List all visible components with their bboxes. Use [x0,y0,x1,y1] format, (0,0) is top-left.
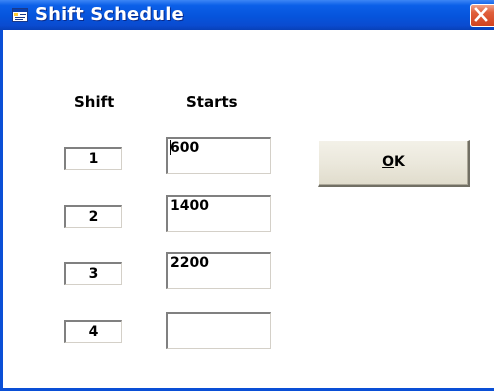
start-time-field-2[interactable]: 1400 [166,195,271,232]
start-time-field-3[interactable]: 2200 [166,252,271,289]
shift-number-1: 1 [64,147,122,170]
start-time-value-2: 1400 [170,198,209,214]
ok-mnemonic: O [382,154,395,170]
window-title: Shift Schedule [35,4,184,25]
start-time-field-4[interactable] [166,312,271,349]
ok-button[interactable]: OK [318,140,470,187]
shift-number-4: 4 [64,320,122,343]
shift-column-header: Shift [74,93,115,111]
ok-label-rest: K [394,154,405,170]
title-bar[interactable]: Shift Schedule [0,0,494,30]
start-time-field-1[interactable]: 600 [166,137,271,174]
start-time-value-1: 600 [170,140,200,156]
app-window-icon [12,8,28,22]
close-button[interactable] [470,4,494,27]
shift-number-3: 3 [64,262,122,285]
close-icon [474,7,488,22]
dialog-window: Shift Schedule Shift Starts 1 600 2 1400… [0,0,494,391]
starts-column-header: Starts [186,93,238,111]
start-time-value-3: 2200 [170,255,209,271]
shift-number-2: 2 [64,205,122,228]
